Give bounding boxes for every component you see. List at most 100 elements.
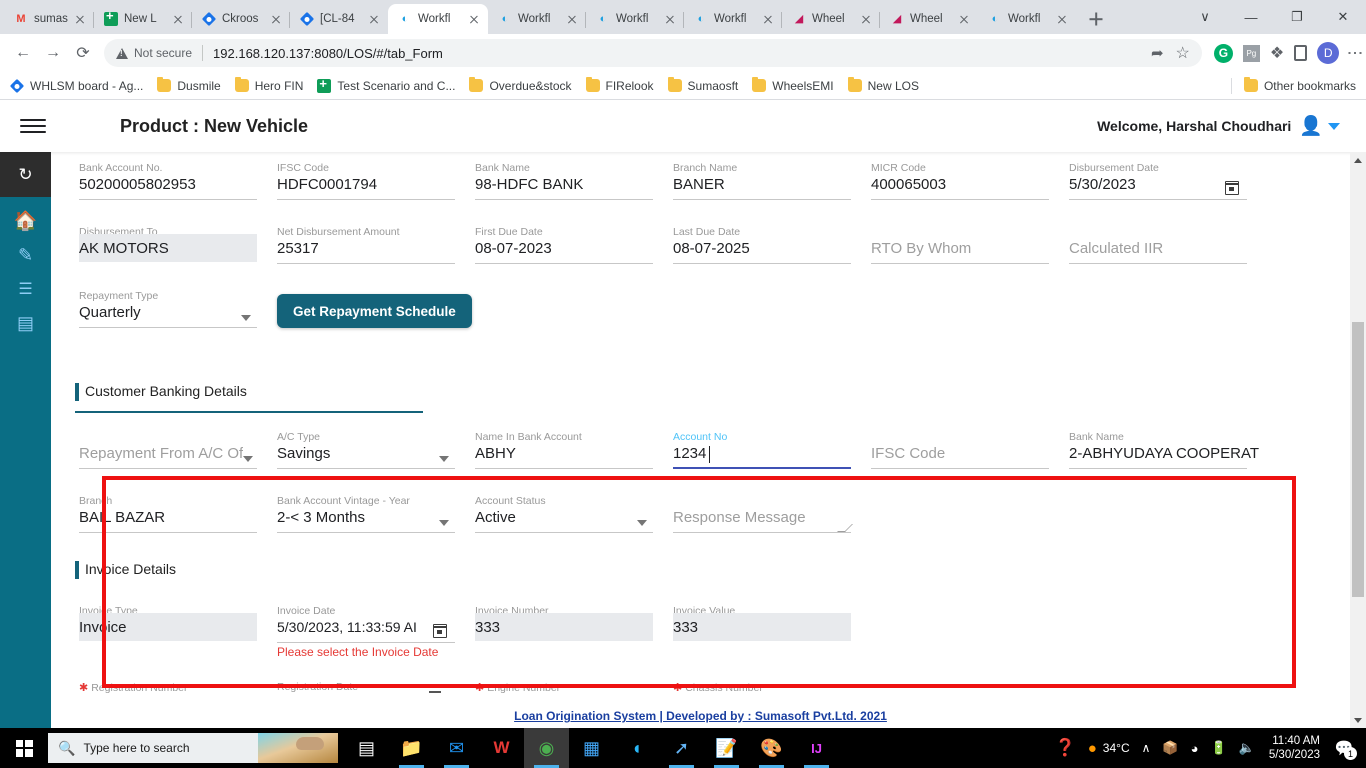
field-registration-number[interactable]: ✱ Registration Number	[79, 681, 277, 705]
close-icon[interactable]	[1054, 11, 1070, 27]
calendar-icon[interactable]	[433, 624, 447, 638]
browser-tab[interactable]: ◢ Wheel	[880, 4, 978, 34]
start-button[interactable]	[0, 728, 48, 768]
close-icon[interactable]	[466, 11, 482, 27]
calendar-icon[interactable]	[429, 685, 441, 693]
browser-tab[interactable]: [CL-84	[290, 4, 388, 34]
grammarly-extension-icon[interactable]: G	[1213, 43, 1233, 63]
extensions-puzzle-icon[interactable]: ❖	[1270, 43, 1284, 63]
field-repayment-type[interactable]: Repayment Type Quarterly	[79, 282, 277, 338]
browser-tab[interactable]: ◢ Wheel	[782, 4, 880, 34]
field-engine-number[interactable]: ✱ Engine Number	[475, 681, 673, 705]
calendar-icon[interactable]	[1225, 181, 1239, 195]
sidebar-item-list[interactable]: ☰	[0, 273, 51, 305]
scroll-down-button[interactable]	[1350, 712, 1366, 728]
field-chassis-number[interactable]: ✱ Chassis Number	[673, 681, 871, 705]
back-button[interactable]: ←	[8, 38, 38, 68]
close-icon[interactable]	[170, 11, 186, 27]
browser-tab[interactable]: New L	[94, 4, 192, 34]
wps-office-icon[interactable]: W	[479, 728, 524, 768]
field-bank-name-customer[interactable]: Bank Name 2-ABHYUDAYA COOPERATI'	[1069, 423, 1267, 479]
sidebar-item-home[interactable]: 🏠	[0, 205, 51, 237]
field-branch-name[interactable]: Branch Name BANER	[673, 154, 871, 210]
search-input[interactable]: 🔍 Type here to search	[48, 733, 338, 763]
field-disbursement-to[interactable]: Disbursement To AK MOTORS	[79, 218, 277, 274]
chevron-down-icon[interactable]	[243, 456, 253, 462]
maximize-button[interactable]: ❐	[1274, 0, 1320, 34]
page-scrollbar[interactable]	[1350, 152, 1366, 728]
field-calculated-iir[interactable]: Calculated IIR	[1069, 218, 1267, 274]
other-bookmarks[interactable]: Other bookmarks	[1230, 77, 1356, 94]
paint-icon[interactable]: 🎨	[749, 728, 794, 768]
url-input[interactable]: Not secure 192.168.120.137:8080/LOS/#/ta…	[104, 39, 1202, 67]
browser-tab-active[interactable]: ◐ Workfl	[388, 4, 488, 34]
field-invoice-value[interactable]: Invoice Value 333	[673, 597, 871, 653]
chevron-down-icon[interactable]	[439, 456, 449, 462]
close-icon[interactable]	[956, 11, 972, 27]
field-account-status[interactable]: Account Status Active	[475, 487, 673, 543]
field-first-due-date[interactable]: First Due Date 08-07-2023	[475, 218, 673, 274]
sidebar-item-document[interactable]: ▤	[0, 307, 51, 339]
minimize-button[interactable]: —	[1228, 0, 1274, 34]
intellij-icon[interactable]: IJ	[794, 728, 839, 768]
weather-widget[interactable]: ● 34°C	[1082, 740, 1136, 757]
browser-tab[interactable]: ◐ Workfl	[586, 4, 684, 34]
file-explorer-icon[interactable]: 📁	[389, 728, 434, 768]
onedrive-icon[interactable]: 📦	[1156, 740, 1184, 756]
share-icon[interactable]: ➦	[1151, 44, 1164, 62]
field-invoice-type[interactable]: Invoice Type Invoice	[79, 597, 277, 653]
new-tab-button[interactable]	[1082, 5, 1110, 33]
chevron-down-icon[interactable]	[241, 315, 251, 321]
reload-button[interactable]: ⟳	[68, 38, 98, 68]
browser-tab[interactable]: ◐ Workfl	[684, 4, 782, 34]
field-ac-type[interactable]: A/C Type Savings	[277, 423, 475, 479]
scrollbar-thumb[interactable]	[1352, 322, 1364, 597]
task-view-button[interactable]: ▤	[344, 728, 389, 768]
close-icon[interactable]	[564, 11, 580, 27]
field-micr-code[interactable]: MICR Code 400065003	[871, 154, 1069, 210]
field-account-no[interactable]: Account No 1234	[673, 423, 871, 479]
close-icon[interactable]	[760, 11, 776, 27]
close-icon[interactable]	[268, 11, 284, 27]
bookmark-item[interactable]: WHLSM board - Ag...	[9, 78, 143, 93]
field-invoice-number[interactable]: Invoice Number 333	[475, 597, 673, 653]
microsoft-store-icon[interactable]: ▦	[569, 728, 614, 768]
side-panel-icon[interactable]	[1294, 45, 1308, 61]
field-response-message[interactable]: Response Message	[673, 487, 871, 543]
browser-tab[interactable]: M sumas	[4, 4, 94, 34]
browser-tab[interactable]: ◐ Workfl	[978, 4, 1076, 34]
pg-extension-icon[interactable]: Pg	[1242, 44, 1260, 62]
scroll-up-button[interactable]	[1350, 152, 1366, 168]
sidebar-item-edit[interactable]: ✎	[0, 239, 51, 271]
chrome-menu-icon[interactable]: ⋮	[1346, 45, 1363, 61]
get-repayment-schedule-button[interactable]: Get Repayment Schedule	[277, 294, 472, 328]
notepad-icon[interactable]: 📝	[704, 728, 749, 768]
bookmark-item[interactable]: Dusmile	[157, 77, 221, 93]
field-invoice-date[interactable]: Invoice Date 5/30/2023, 11:33:59 AI Plea…	[277, 597, 475, 659]
security-status[interactable]: Not secure	[116, 46, 192, 60]
browser-tab[interactable]: ◐ Workfl	[488, 4, 586, 34]
close-icon[interactable]	[662, 11, 678, 27]
close-window-button[interactable]: ✕	[1320, 0, 1366, 34]
field-bank-name[interactable]: Bank Name 98-HDFC BANK	[475, 154, 673, 210]
user-menu[interactable]: Welcome, Harshal Choudhari 👤	[1097, 114, 1354, 138]
hamburger-icon[interactable]	[16, 109, 50, 143]
bookmark-item[interactable]: Sumaosft	[667, 77, 738, 93]
field-branch[interactable]: Branch BAIL BAZAR	[79, 487, 277, 543]
field-ifsc-code-customer[interactable]: IFSC Code	[871, 423, 1069, 479]
mail-icon[interactable]: ✉	[434, 728, 479, 768]
bookmark-item[interactable]: Hero FIN	[234, 77, 303, 93]
notification-center-button[interactable]: 💬 1	[1328, 728, 1360, 768]
chevron-down-icon[interactable]	[439, 520, 449, 526]
bookmark-item[interactable]: FIRelook	[585, 77, 654, 93]
edge-icon[interactable]: ◖	[614, 728, 659, 768]
browser-tab[interactable]: Ckroos	[192, 4, 290, 34]
help-icon[interactable]: ❓	[1049, 738, 1082, 758]
sidebar-item-refresh[interactable]: ↻	[0, 152, 51, 197]
field-disbursement-date[interactable]: Disbursement Date 5/30/2023	[1069, 154, 1267, 210]
field-name-in-bank-account[interactable]: Name In Bank Account ABHY	[475, 423, 673, 479]
field-rto-by-whom[interactable]: RTO By Whom	[871, 218, 1069, 274]
bookmark-item[interactable]: Test Scenario and C...	[317, 76, 455, 93]
forward-button[interactable]: →	[38, 38, 68, 68]
selenium-icon[interactable]: ➚	[659, 728, 704, 768]
